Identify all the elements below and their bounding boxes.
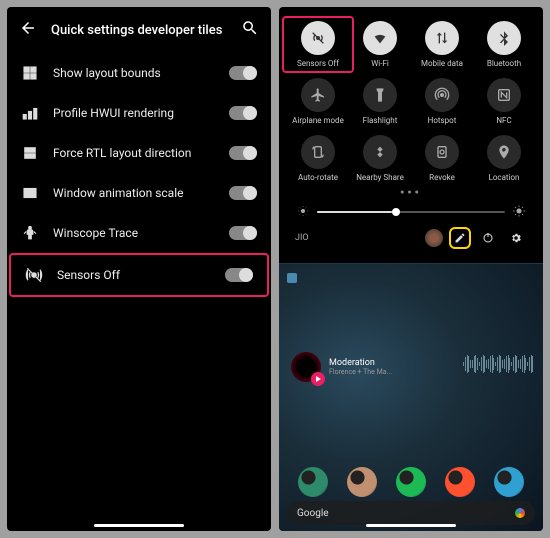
nav-bar[interactable]: [94, 524, 184, 527]
qs-label: Hotspot: [428, 116, 457, 125]
page-title: Quick settings developer tiles: [51, 23, 227, 38]
toggle-switch[interactable]: [225, 268, 253, 282]
settings-icon[interactable]: [505, 227, 527, 249]
tile-icon: [25, 266, 43, 284]
tile-row-profile-hwui-rendering[interactable]: Profile HWUI rendering: [7, 93, 271, 133]
tile-label: Sensors Off: [57, 268, 211, 282]
qs-tile-auto-rotate[interactable]: Auto-rotate: [287, 135, 349, 182]
wifi-icon: [363, 21, 397, 55]
tile-row-winscope-trace[interactable]: Winscope Trace: [7, 213, 271, 253]
qs-label: Airplane mode: [292, 116, 344, 125]
status-icon: [287, 268, 297, 287]
qs-tile-revoke[interactable]: Revoke: [411, 135, 473, 182]
tile-label: Force RTL layout direction: [53, 146, 215, 160]
tile-label: Winscope Trace: [53, 226, 215, 240]
tile-icon: [21, 184, 39, 202]
tile-icon: [21, 104, 39, 122]
location-icon: [487, 135, 521, 169]
qs-tile-location[interactable]: Location: [473, 135, 535, 182]
qs-tile-mobile-data[interactable]: Mobile data: [411, 21, 473, 68]
revoke-icon: [425, 135, 459, 169]
brightness-high-icon: [513, 202, 525, 221]
music-widget[interactable]: Moderation Florence + The Ma...: [291, 352, 392, 382]
play-icon[interactable]: [311, 372, 325, 386]
song-title: Moderation: [329, 358, 392, 368]
brightness-slider[interactable]: [287, 202, 535, 221]
toggle-switch[interactable]: [229, 226, 257, 240]
tile-row-sensors-off[interactable]: Sensors Off: [9, 253, 269, 297]
qs-tile-wi-fi[interactable]: Wi-Fi: [349, 21, 411, 68]
qs-tile-flashlight[interactable]: Flashlight: [349, 78, 411, 125]
audio-waveform: [463, 354, 533, 374]
qs-label: Flashlight: [363, 116, 398, 125]
tile-row-show-layout-bounds[interactable]: Show layout bounds: [7, 53, 271, 93]
bluetooth-icon: [487, 21, 521, 55]
tile-row-force-rtl-layout-direction[interactable]: Force RTL layout direction: [7, 133, 271, 173]
edit-tiles-button[interactable]: [449, 227, 471, 249]
nfc-icon: [487, 78, 521, 112]
app-icon-2[interactable]: [396, 467, 426, 497]
power-button[interactable]: [477, 227, 499, 249]
qs-label: Sensors Off: [297, 59, 339, 68]
search-label: Google: [297, 508, 515, 519]
rotate-icon: [301, 135, 335, 169]
assistant-icon[interactable]: [515, 508, 525, 518]
search-icon[interactable]: [241, 19, 259, 41]
carrier-label: JIO: [295, 233, 419, 243]
hotspot-icon: [425, 78, 459, 112]
toggle-switch[interactable]: [229, 66, 257, 80]
qs-label: Auto-rotate: [298, 173, 338, 182]
tile-icon: [21, 224, 39, 242]
qs-tile-hotspot[interactable]: Hotspot: [411, 78, 473, 125]
page-dots: ●●●: [287, 188, 535, 196]
nearby-icon: [363, 135, 397, 169]
qs-label: Revoke: [429, 173, 455, 182]
qs-label: Bluetooth: [487, 59, 521, 68]
qs-label: NFC: [496, 116, 511, 125]
qs-tile-bluetooth[interactable]: Bluetooth: [473, 21, 535, 68]
app-icon-3[interactable]: [445, 467, 475, 497]
qs-label: Mobile data: [421, 59, 463, 68]
qs-tile-nfc[interactable]: NFC: [473, 78, 535, 125]
qs-label: Location: [489, 173, 520, 182]
mobile-data-icon: [425, 21, 459, 55]
tile-icon: [21, 144, 39, 162]
qs-label: Nearby Share: [356, 173, 404, 182]
qs-tile-sensors-off[interactable]: Sensors Off: [282, 16, 354, 73]
brightness-low-icon: [297, 202, 309, 221]
song-artist: Florence + The Ma...: [329, 368, 392, 376]
tile-icon: [21, 64, 39, 82]
toggle-switch[interactable]: [229, 186, 257, 200]
app-icon-4[interactable]: [494, 467, 524, 497]
qs-tile-nearby-share[interactable]: Nearby Share: [349, 135, 411, 182]
nav-bar[interactable]: [366, 524, 456, 527]
toggle-switch[interactable]: [229, 146, 257, 160]
app-icon-1[interactable]: [347, 467, 377, 497]
album-art: [291, 352, 321, 382]
tile-label: Profile HWUI rendering: [53, 106, 215, 120]
google-search-bar[interactable]: Google: [287, 501, 535, 525]
flashlight-icon: [363, 78, 397, 112]
toggle-switch[interactable]: [229, 106, 257, 120]
back-icon[interactable]: [19, 19, 37, 41]
qs-label: Wi-Fi: [371, 59, 389, 68]
airplane-icon: [301, 78, 335, 112]
tile-row-window-animation-scale[interactable]: Window animation scale: [7, 173, 271, 213]
sensors-off-icon: [301, 21, 335, 55]
tile-label: Show layout bounds: [53, 66, 215, 80]
app-icon-0[interactable]: [298, 467, 328, 497]
qs-tile-airplane-mode[interactable]: Airplane mode: [287, 78, 349, 125]
user-avatar[interactable]: [425, 229, 443, 247]
tile-label: Window animation scale: [53, 186, 215, 200]
